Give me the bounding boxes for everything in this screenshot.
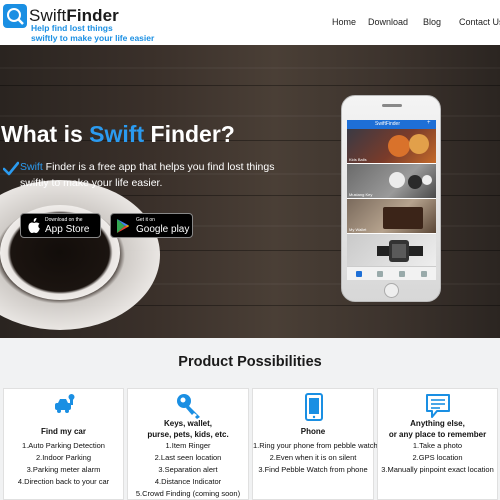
card-title: Find my car xyxy=(41,427,86,436)
card-title-line-1: Keys, wallet, xyxy=(163,419,213,428)
app-header-bar: SwiftFinder + xyxy=(347,120,436,129)
app-list-item: Kids Balls xyxy=(347,129,436,163)
hero-section: What is Swift Finder? Swift Finder is a … xyxy=(0,45,500,338)
card-title: Phone xyxy=(300,427,326,436)
hero-title-suffix: Finder? xyxy=(144,121,235,147)
card-line: 2.GPS location xyxy=(412,453,463,462)
wallet-photo xyxy=(383,207,423,229)
hero-title-prefix: What is xyxy=(1,121,90,147)
swiftfinder-logo-icon[interactable] xyxy=(3,4,27,28)
hero-title: What is Swift Finder? xyxy=(1,121,235,148)
card-title-line-2: purse, pets, kids, etc. xyxy=(147,430,229,439)
section-title: Product Possibilities xyxy=(178,354,322,370)
card-line: 1.Take a photo xyxy=(412,441,463,450)
phone-screen: SwiftFinder + Kids Balls Mustang Key My xyxy=(347,120,436,280)
tagline-line-2: swiftly to make your life easier xyxy=(31,33,155,43)
phone-icon xyxy=(305,393,323,421)
hero-desc-line-2: swiftly to make your life easier. xyxy=(20,177,163,189)
card-line: 2.Even when it is on silent xyxy=(269,453,357,462)
card-line: 4.Distance Indicator xyxy=(154,477,222,486)
checkmark-icon xyxy=(3,161,19,176)
car-key-icon xyxy=(55,394,75,413)
card-phone: Phone 1.Ring your phone from pebble watc… xyxy=(252,388,378,500)
card-find-my-car: Find my car 1.Auto Parking Detection 2.I… xyxy=(3,388,124,500)
google-play-big-text: Google play xyxy=(136,224,190,235)
tagline-line-1: Help find lost things xyxy=(31,23,113,33)
hero-desc-highlight: Swift xyxy=(20,161,43,173)
app-list-item: My Wallet xyxy=(347,199,436,233)
app-item-caption: Kids Balls xyxy=(349,157,367,162)
app-store-big-text: App Store xyxy=(45,224,90,235)
hero-title-highlight: Swift xyxy=(89,121,145,147)
card-line: 4.Direction back to your car xyxy=(17,477,110,486)
app-item-caption: My Wallet xyxy=(349,227,367,232)
hero-description: Swift Finder is a free app that helps yo… xyxy=(20,159,290,191)
card-line: 3.Manually pinpoint exact location xyxy=(381,465,494,474)
watch-photo xyxy=(377,240,423,262)
card-line: 3.Find Pebble Watch from phone xyxy=(258,465,368,474)
card-line: 2.Last seen location xyxy=(154,453,222,462)
card-line: 1.Auto Parking Detection xyxy=(22,441,105,450)
phone-home-button xyxy=(384,283,399,298)
nav-download[interactable]: Download xyxy=(368,17,408,27)
card-line: 1.Ring your phone from pebble watch xyxy=(253,441,378,450)
google-play-button[interactable]: Get it on Google play xyxy=(110,213,193,238)
chat-note-icon xyxy=(426,394,450,418)
apple-icon xyxy=(28,218,40,233)
app-list-item xyxy=(347,234,436,268)
hero-desc-line-1: Finder is a free app that helps you find… xyxy=(42,161,275,173)
nav-home[interactable]: Home xyxy=(332,17,356,27)
nav-contact-us[interactable]: Contact Us xyxy=(459,17,500,27)
google-play-icon xyxy=(117,219,129,233)
app-item-caption: Mustang Key xyxy=(349,192,373,197)
app-tab-settings-icon xyxy=(421,271,427,277)
card-line: 3.Parking meter alarm xyxy=(26,465,101,474)
app-title: SwiftFinder xyxy=(375,121,401,127)
keys-photo xyxy=(389,172,432,189)
app-tab-search-icon xyxy=(399,271,405,277)
balls-photo xyxy=(388,134,429,157)
card-anything-else: Anything else, or any place to remember … xyxy=(377,388,498,500)
card-title-line-2: or any place to remember xyxy=(388,430,487,439)
card-title-line-1: Anything else, xyxy=(410,419,465,428)
nav-blog[interactable]: Blog xyxy=(423,17,441,27)
app-tab-bar xyxy=(347,266,436,280)
card-line: 5.Crowd Finding (coming soon) xyxy=(135,489,241,498)
app-store-button[interactable]: Download on the App Store xyxy=(20,213,101,238)
app-add-icon: + xyxy=(427,120,431,126)
google-play-small-text: Get it on xyxy=(136,217,155,223)
card-line: 3.Separation alert xyxy=(158,465,218,474)
app-store-small-text: Download on the xyxy=(45,217,83,223)
app-tab-map-icon xyxy=(377,271,383,277)
card-line: 1.Item Ringer xyxy=(165,441,211,450)
card-keys-wallet: Keys, wallet, purse, pets, kids, etc. 1.… xyxy=(127,388,249,500)
app-list-item: Mustang Key xyxy=(347,164,436,198)
app-tab-home-icon xyxy=(356,271,362,277)
card-line: 2.Indoor Parking xyxy=(35,453,92,462)
phone-speaker xyxy=(382,104,402,107)
site-header: SwiftFinder Help find lost things swiftl… xyxy=(0,0,500,45)
phone-mockup: SwiftFinder + Kids Balls Mustang Key My xyxy=(341,95,441,302)
key-icon xyxy=(177,394,200,419)
